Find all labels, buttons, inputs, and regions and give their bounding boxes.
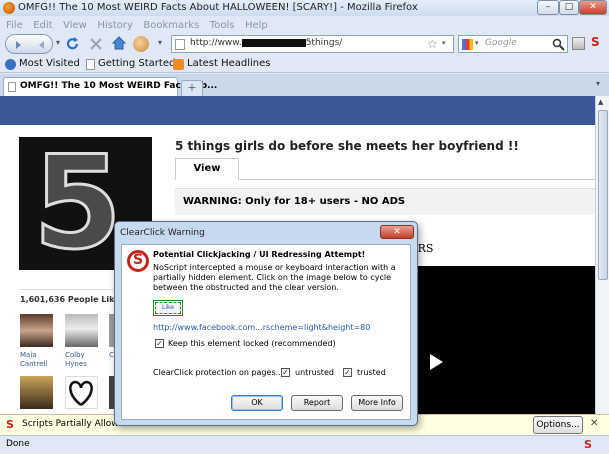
dialog-title: ClearClick Warning — [120, 228, 205, 238]
menu-history[interactable]: History — [97, 20, 133, 31]
addon-dropdown-icon[interactable]: ▾ — [158, 38, 162, 47]
tab-page-icon — [8, 82, 16, 92]
warning-text: WARNING: Only for 18+ users - NO ADS — [183, 196, 406, 207]
bookmark-star-icon[interactable]: ☆ — [427, 37, 438, 51]
ok-button[interactable]: OK — [231, 395, 283, 411]
friend-name[interactable]: Colby Hynes — [65, 351, 95, 369]
url-bar[interactable]: http://www. 5things/ ☆ ▾ — [171, 35, 454, 53]
rss-icon — [173, 59, 184, 70]
friend-photo[interactable] — [20, 314, 53, 347]
heart-drawing-icon — [69, 380, 93, 406]
scroll-up-icon[interactable]: ▲ — [598, 98, 603, 106]
search-bar[interactable]: ▾ Google — [458, 35, 568, 53]
trusted-label: trusted — [357, 368, 386, 377]
like-button-preview[interactable]: Like — [153, 300, 183, 316]
protection-label: ClearClick protection on pages... — [153, 368, 284, 377]
menu-file[interactable]: File — [6, 20, 23, 31]
divider — [19, 289, 119, 290]
status-bar: Done S — [0, 435, 609, 454]
search-icon[interactable] — [552, 38, 565, 51]
dialog-close-button[interactable]: ✕ — [380, 225, 414, 239]
tab-active[interactable]: OMFG!! The 10 Most WEIRD Facts Ab... — [3, 77, 217, 96]
bookmarks-toolbar: Most Visited Getting Started Latest Head… — [0, 56, 609, 73]
vertical-scrollbar[interactable]: ▲ — [595, 96, 609, 414]
most-visited-icon — [5, 59, 16, 70]
warning-box: WARNING: Only for 18+ users - NO ADS — [175, 188, 595, 215]
navigation-toolbar: ▾ ▾ http://www. 5things/ ☆ ▾ ▾ Google S — [0, 32, 609, 56]
new-tab-button[interactable]: + — [181, 80, 203, 96]
close-notification-icon[interactable]: ✕ — [590, 418, 598, 429]
report-button[interactable]: Report — [291, 395, 343, 411]
page-icon — [175, 39, 185, 50]
menu-bookmarks[interactable]: Bookmarks — [143, 20, 199, 31]
google-icon[interactable] — [462, 39, 473, 50]
window-title: OMFG!! The 10 Most WEIRD Facts About HAL… — [18, 2, 418, 13]
history-dropdown-icon[interactable]: ▾ — [56, 38, 60, 47]
noscript-status-icon[interactable]: S — [584, 438, 592, 451]
url-suffix: 5things/ — [305, 38, 343, 48]
untrusted-checkbox[interactable]: ✓ — [281, 368, 290, 377]
more-info-button[interactable]: More Info — [351, 395, 403, 411]
redacted-domain — [241, 38, 306, 47]
clearclick-dialog: ClearClick Warning ✕ S Potential Clickja… — [114, 221, 418, 426]
url-text: http://www. 5things/ — [190, 38, 342, 48]
search-engine-dropdown-icon[interactable]: ▾ — [475, 39, 479, 47]
trusted-checkbox[interactable]: ✓ — [343, 368, 352, 377]
logo-text: 5 — [31, 128, 123, 280]
untrusted-label: untrusted — [295, 368, 334, 377]
back-arrow-icon — [16, 41, 44, 49]
dialog-body: S Potential Clickjacking / UI Redressing… — [121, 244, 411, 420]
friend-name[interactable]: Maia Cantrell — [20, 351, 53, 369]
view-tab[interactable]: View — [175, 158, 239, 180]
noscript-icon: S — [6, 418, 14, 431]
back-forward-buttons[interactable] — [5, 34, 53, 54]
url-prefix: http://www. — [190, 38, 242, 48]
noscript-logo-icon: S — [127, 250, 149, 272]
menu-view[interactable]: View — [63, 20, 87, 31]
menu-edit[interactable]: Edit — [33, 20, 52, 31]
home-icon[interactable] — [111, 35, 127, 51]
status-text: Done — [6, 439, 30, 449]
close-button[interactable]: ✕ — [579, 0, 607, 15]
menu-bar: File Edit View History Bookmarks Tools H… — [0, 16, 609, 32]
stop-icon[interactable] — [89, 37, 103, 51]
friend-photo[interactable] — [65, 314, 98, 347]
page-headline: 5 things girls do before she meets her b… — [175, 139, 519, 153]
play-icon[interactable] — [430, 354, 443, 370]
menu-help[interactable]: Help — [245, 20, 268, 31]
element-url-link[interactable]: http://www.facebook.com...rscheme=light&… — [153, 323, 370, 332]
search-input: Google — [485, 38, 517, 48]
bookmark-getting-started[interactable]: Getting Started — [98, 58, 175, 69]
friend-photo[interactable] — [65, 376, 98, 409]
addon-icon[interactable] — [133, 36, 149, 52]
maximize-button[interactable]: □ — [559, 0, 579, 15]
reload-icon[interactable] — [65, 36, 81, 52]
dialog-heading: Potential Clickjacking / UI Redressing A… — [153, 250, 366, 259]
tab-bar: OMFG!! The 10 Most WEIRD Facts Ab... + ▾ — [0, 74, 609, 96]
friend-photo[interactable] — [20, 376, 53, 409]
bookmark-most-visited[interactable]: Most Visited — [19, 58, 80, 69]
keep-locked-checkbox[interactable]: ✓ — [155, 339, 164, 348]
getting-started-icon — [86, 59, 95, 70]
url-dropdown-icon[interactable]: ▾ — [442, 39, 446, 47]
menu-tools[interactable]: Tools — [210, 20, 235, 31]
minimize-button[interactable]: – — [537, 0, 559, 15]
noscript-toolbar-icon[interactable]: S — [591, 35, 600, 49]
scroll-thumb[interactable] — [598, 110, 608, 280]
keep-locked-label: Keep this element locked (recommended) — [168, 339, 336, 348]
options-button[interactable]: Options... — [533, 416, 583, 434]
tab-list-icon[interactable]: ▾ — [596, 79, 600, 88]
dialog-message: NoScript intercepted a mouse or keyboard… — [153, 263, 396, 292]
title-bar: OMFG!! The 10 Most WEIRD Facts About HAL… — [0, 0, 609, 16]
bookmark-latest-headlines[interactable]: Latest Headlines — [187, 58, 271, 69]
toolbar-addon-icon[interactable] — [572, 37, 585, 50]
firefox-icon — [3, 2, 15, 14]
page-header-bar — [0, 96, 595, 125]
